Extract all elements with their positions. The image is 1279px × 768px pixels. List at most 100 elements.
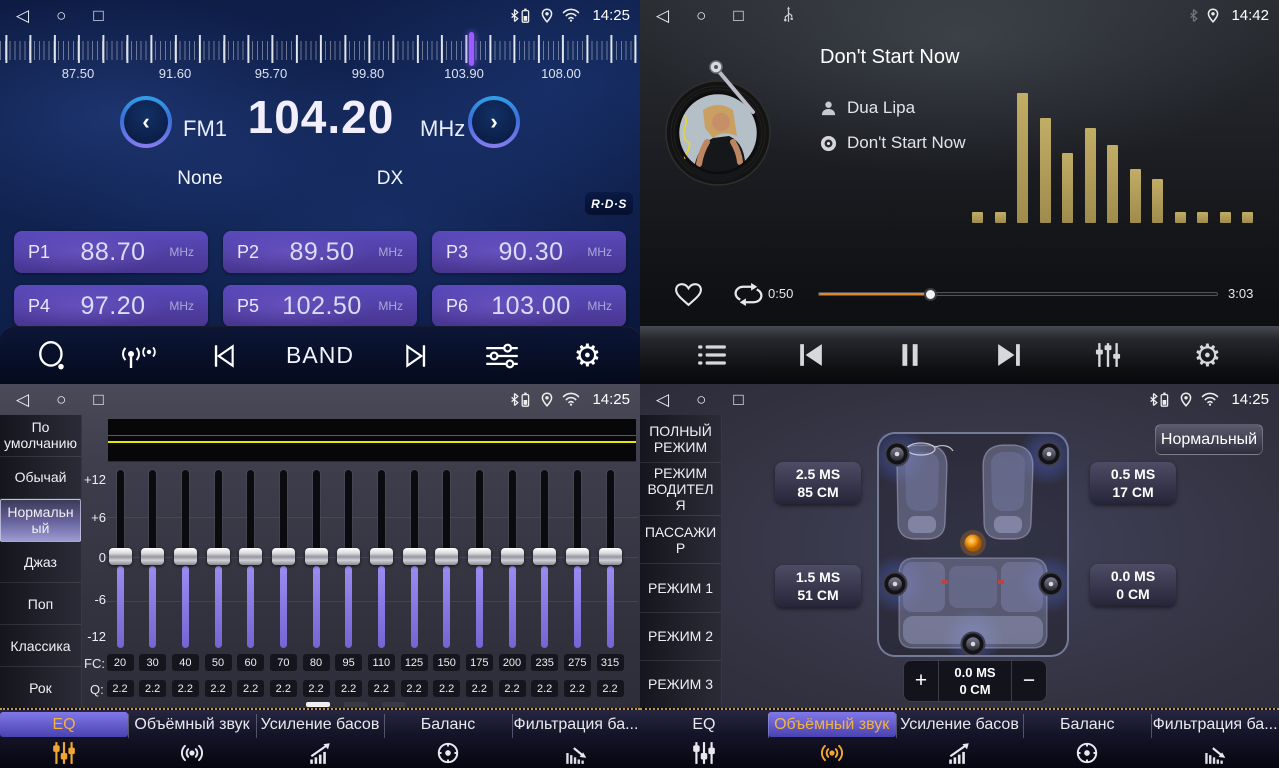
tune-down-button[interactable]: ‹: [120, 96, 172, 148]
eq-band-slider[interactable]: [599, 470, 622, 648]
seek-bar[interactable]: [818, 292, 1218, 296]
fc-value[interactable]: 110: [368, 654, 395, 671]
listening-mode-item[interactable]: РЕЖИМ 3: [640, 661, 721, 708]
tab-eq-sliders[interactable]: EQ: [640, 710, 768, 768]
nav-back-icon[interactable]: ◁: [16, 7, 29, 24]
eq-preset-item[interactable]: Классика: [0, 625, 81, 667]
nav-home-icon[interactable]: ○: [696, 391, 706, 408]
rear-right-delay-button[interactable]: 0.0 MS 0 CM: [1090, 564, 1176, 606]
tune-up-button[interactable]: ›: [468, 96, 520, 148]
tab-surround[interactable]: Объёмный звук: [128, 710, 256, 768]
nav-recents-icon[interactable]: □: [93, 391, 103, 408]
preset-button-p1[interactable]: P188.70MHz: [14, 231, 208, 273]
eq-preset-item[interactable]: Джаз: [0, 542, 81, 584]
q-value[interactable]: 2.2: [401, 680, 428, 697]
eq-band-slider[interactable]: [533, 470, 556, 648]
q-value[interactable]: 2.2: [466, 680, 493, 697]
front-right-delay-button[interactable]: 0.5 MS 17 CM: [1090, 462, 1176, 504]
increase-delay-button[interactable]: +: [904, 661, 938, 701]
eq-band-slider[interactable]: [305, 470, 328, 648]
q-value[interactable]: 2.2: [433, 680, 460, 697]
eq-band-slider[interactable]: [239, 470, 262, 648]
q-value[interactable]: 2.2: [107, 680, 134, 697]
q-value[interactable]: 2.2: [205, 680, 232, 697]
favorite-button[interactable]: [673, 281, 704, 308]
front-left-delay-button[interactable]: 2.5 MS 85 CM: [775, 462, 861, 504]
fc-value[interactable]: 95: [335, 654, 362, 671]
fc-value[interactable]: 235: [531, 654, 558, 671]
q-value[interactable]: 2.2: [335, 680, 362, 697]
eq-band-slider[interactable]: [337, 470, 360, 648]
eq-preset-item[interactable]: Поп: [0, 583, 81, 625]
playlist-button[interactable]: [690, 342, 734, 368]
tab-bass-filter[interactable]: Фильтрация ба...: [512, 710, 640, 768]
slider-handle[interactable]: [305, 548, 328, 565]
q-value[interactable]: 2.2: [597, 680, 624, 697]
fc-value[interactable]: 175: [466, 654, 493, 671]
eq-preset-item[interactable]: Обычай: [0, 457, 81, 499]
q-value[interactable]: 2.2: [499, 680, 526, 697]
tab-surround[interactable]: Объёмный звук: [768, 710, 896, 768]
preset-button-p2[interactable]: P289.50MHz: [223, 231, 417, 273]
q-value[interactable]: 2.2: [270, 680, 297, 697]
q-value[interactable]: 2.2: [368, 680, 395, 697]
fc-value[interactable]: 40: [172, 654, 199, 671]
slider-handle[interactable]: [435, 548, 458, 565]
q-value[interactable]: 2.2: [139, 680, 166, 697]
slider-handle[interactable]: [272, 548, 295, 565]
slider-handle[interactable]: [599, 548, 622, 565]
nav-back-icon[interactable]: ◁: [16, 391, 29, 408]
eq-band-slider[interactable]: [272, 470, 295, 648]
nav-home-icon[interactable]: ○: [56, 7, 66, 24]
eq-band-slider[interactable]: [174, 470, 197, 648]
q-value[interactable]: 2.2: [237, 680, 264, 697]
nav-home-icon[interactable]: ○: [56, 391, 66, 408]
slider-handle[interactable]: [141, 548, 164, 565]
eq-band-slider[interactable]: [566, 470, 589, 648]
tab-bass-filter[interactable]: Фильтрация ба...: [1151, 710, 1279, 768]
nav-back-icon[interactable]: ◁: [656, 7, 669, 24]
listening-mode-item[interactable]: РЕЖИМ 2: [640, 613, 721, 661]
seek-previous-button[interactable]: [201, 342, 245, 370]
fc-value[interactable]: 30: [139, 654, 166, 671]
broadcast-stations-button[interactable]: [116, 340, 160, 372]
seek-bar-thumb[interactable]: [924, 288, 937, 301]
listening-mode-item[interactable]: ПОЛНЫЙ РЕЖИМ: [640, 415, 721, 463]
eq-band-slider[interactable]: [501, 470, 524, 648]
slider-handle[interactable]: [566, 548, 589, 565]
decrease-delay-button[interactable]: −: [1012, 661, 1046, 701]
slider-handle[interactable]: [337, 548, 360, 565]
slider-handle[interactable]: [174, 548, 197, 565]
settings-button[interactable]: ⚙: [1185, 340, 1229, 371]
tab-balance[interactable]: Баланс: [384, 710, 512, 768]
equalizer-button[interactable]: [1086, 341, 1130, 369]
nav-recents-icon[interactable]: □: [93, 7, 103, 24]
previous-track-button[interactable]: [789, 342, 833, 368]
fc-value[interactable]: 315: [597, 654, 624, 671]
q-value[interactable]: 2.2: [564, 680, 591, 697]
nav-recents-icon[interactable]: □: [733, 7, 743, 24]
slider-handle[interactable]: [403, 548, 426, 565]
fc-value[interactable]: 70: [270, 654, 297, 671]
eq-band-slider[interactable]: [109, 470, 132, 648]
tab-bass-boost[interactable]: Усиление басов: [896, 710, 1024, 768]
slider-handle[interactable]: [468, 548, 491, 565]
preset-button-p3[interactable]: P390.30MHz: [432, 231, 626, 273]
rear-left-delay-button[interactable]: 1.5 MS 51 CM: [775, 565, 861, 607]
settings-button[interactable]: ⚙: [565, 340, 609, 371]
repeat-button[interactable]: [732, 281, 765, 308]
slider-handle[interactable]: [109, 548, 132, 565]
next-track-button[interactable]: [987, 342, 1031, 368]
preset-button-p4[interactable]: P497.20MHz: [14, 285, 208, 327]
tab-balance[interactable]: Баланс: [1023, 710, 1151, 768]
eq-preset-item[interactable]: Нормальный: [0, 499, 81, 542]
preset-button-p6[interactable]: P6103.00MHz: [432, 285, 626, 327]
pause-button[interactable]: [888, 342, 932, 368]
slider-handle[interactable]: [207, 548, 230, 565]
fc-value[interactable]: 80: [303, 654, 330, 671]
fc-value[interactable]: 275: [564, 654, 591, 671]
seek-next-button[interactable]: [395, 342, 439, 370]
frequency-scale[interactable]: [0, 33, 640, 65]
nav-home-icon[interactable]: ○: [696, 7, 706, 24]
fc-value[interactable]: 200: [499, 654, 526, 671]
